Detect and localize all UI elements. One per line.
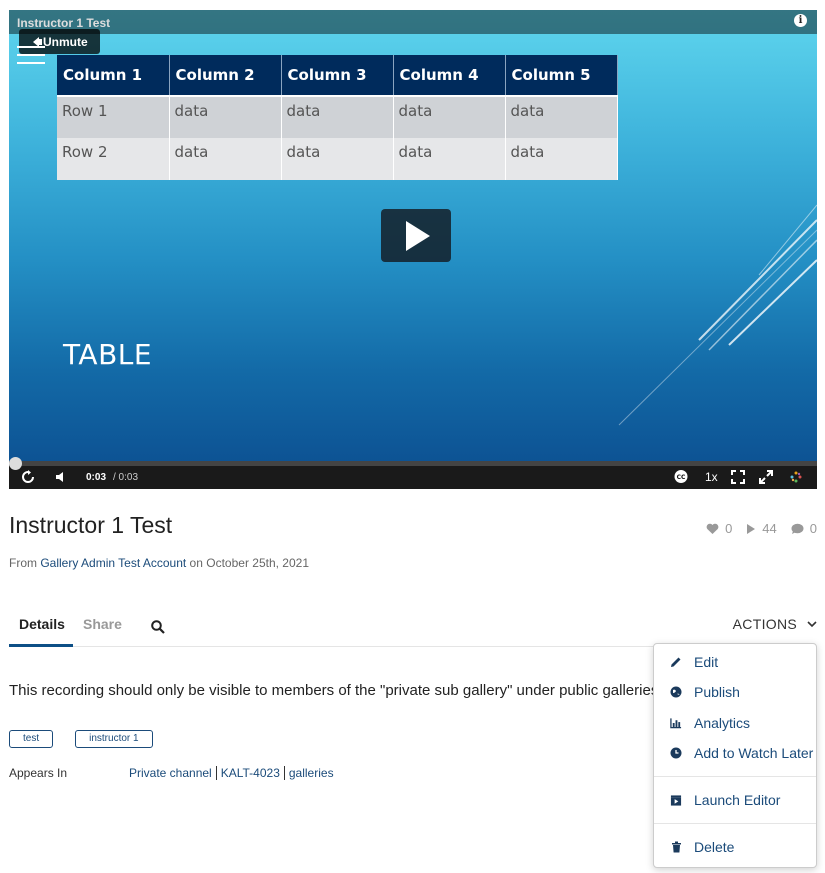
slide-table-cell: data [505,138,618,180]
closed-captions-icon[interactable]: CC [674,470,688,483]
active-tab-indicator [9,644,73,647]
menu-item-watch-later[interactable]: Add to Watch Later [654,741,816,765]
slide-table-cell: data [281,138,394,180]
entry-byline: From Gallery Admin Test Account on Octob… [9,556,309,570]
slide-table-cell: Row 1 [57,96,170,138]
info-icon[interactable]: i [794,14,807,27]
video-editor-icon [670,794,682,806]
bar-chart-icon [670,718,682,729]
menu-item-label: Analytics [694,715,751,731]
slide-heading: TABLE [63,338,153,371]
entry-date: October 25th, 2021 [206,556,309,570]
video-player[interactable]: Column 1 Column 2 Column 3 Column 4 Colu… [9,10,817,489]
slide-table-cell: data [393,138,506,180]
menu-divider [654,823,816,824]
total-time: / 0:03 [113,472,139,483]
channel-link[interactable]: KALT-4023 [217,766,285,780]
progress-scrubber-handle[interactable] [9,457,22,470]
chevron-down-icon [807,620,817,627]
actions-label: ACTIONS [732,616,797,632]
appears-in-label: Appears In [9,766,68,780]
menu-item-delete[interactable]: Delete [654,835,816,859]
play-count-icon [747,523,756,534]
video-title: Instructor 1 Test [17,16,111,30]
slide-decoration [618,204,817,426]
entry-description: This recording should only be visible to… [9,682,659,699]
slide-table-header: Column 5 [505,55,618,97]
globe-icon [670,686,682,698]
actions-dropdown-menu: Edit Publish Analytics Add to Watch Late… [653,643,817,868]
svg-text:CC: CC [677,474,686,481]
current-time: 0:03 [86,472,107,483]
slide-table-cell: Row 2 [57,138,170,180]
menu-item-label: Edit [694,654,719,670]
menu-item-label: Publish [694,684,740,700]
menu-item-label: Delete [694,839,735,855]
likes-stat[interactable]: 0 [706,521,732,536]
trash-icon [671,841,681,853]
replay-icon[interactable] [21,470,35,484]
menu-item-launch-editor[interactable]: Launch Editor [654,788,816,812]
clock-icon [670,747,682,759]
menu-item-publish[interactable]: Publish [654,680,816,704]
owner-link[interactable]: Gallery Admin Test Account [40,556,186,570]
comment-icon [791,523,804,534]
menu-item-label: Add to Watch Later [694,745,814,761]
hamburger-menu-icon[interactable] [17,46,45,64]
slide-table-header: Column 2 [169,55,282,97]
menu-item-analytics[interactable]: Analytics [654,711,816,735]
menu-item-edit[interactable]: Edit [654,650,816,674]
tab-details[interactable]: Details [19,616,65,632]
slide-table-cell: data [393,96,506,138]
slide-table-header: Column 1 [57,55,170,97]
from-prefix: From [9,556,37,570]
slide-table-cell: data [281,96,394,138]
plays-count: 44 [762,521,777,536]
kaltura-logo-icon [790,471,802,483]
tag-list: test instructor 1 [9,730,153,748]
slide-table-cell: data [505,96,618,138]
speaker-icon [33,36,42,47]
menu-item-label: Launch Editor [694,792,781,808]
likes-count: 0 [725,521,733,536]
comments-stat[interactable]: 0 [791,521,817,536]
slide-table-cell: data [169,138,282,180]
playback-speed-button[interactable]: 1x [705,470,718,484]
entry-tabs: Details Share ACTIONS [9,606,817,647]
search-icon[interactable] [151,620,165,634]
picture-in-picture-icon[interactable] [759,470,773,484]
slide-table-header: Column 3 [281,55,394,97]
plays-stat: 44 [746,521,777,536]
tag[interactable]: test [9,730,54,748]
appears-in: Appears In Private channel KALT-4023 gal… [9,766,338,780]
slide-table: Column 1 Column 2 Column 3 Column 4 Colu… [57,55,618,180]
heart-icon [706,523,719,534]
unmute-label: Unmute [43,34,88,49]
pencil-icon [671,657,681,667]
slide-table-header: Column 4 [393,55,506,97]
slide-table-cell: data [169,96,282,138]
comments-count: 0 [809,521,817,536]
tag[interactable]: instructor 1 [75,730,153,748]
actions-button[interactable]: ACTIONS [733,616,817,632]
date-prefix: on [189,556,203,570]
fullscreen-icon[interactable] [731,470,745,484]
channel-link[interactable]: galleries [285,766,338,780]
player-top-bar [9,10,817,34]
volume-icon[interactable] [55,471,67,483]
play-button[interactable] [381,209,451,262]
menu-divider [654,776,816,777]
channel-link[interactable]: Private channel [129,766,217,780]
tab-share[interactable]: Share [83,616,122,632]
progress-bar[interactable] [9,461,817,466]
entry-stats: 0 44 0 [706,521,817,536]
entry-title: Instructor 1 Test [9,512,173,538]
